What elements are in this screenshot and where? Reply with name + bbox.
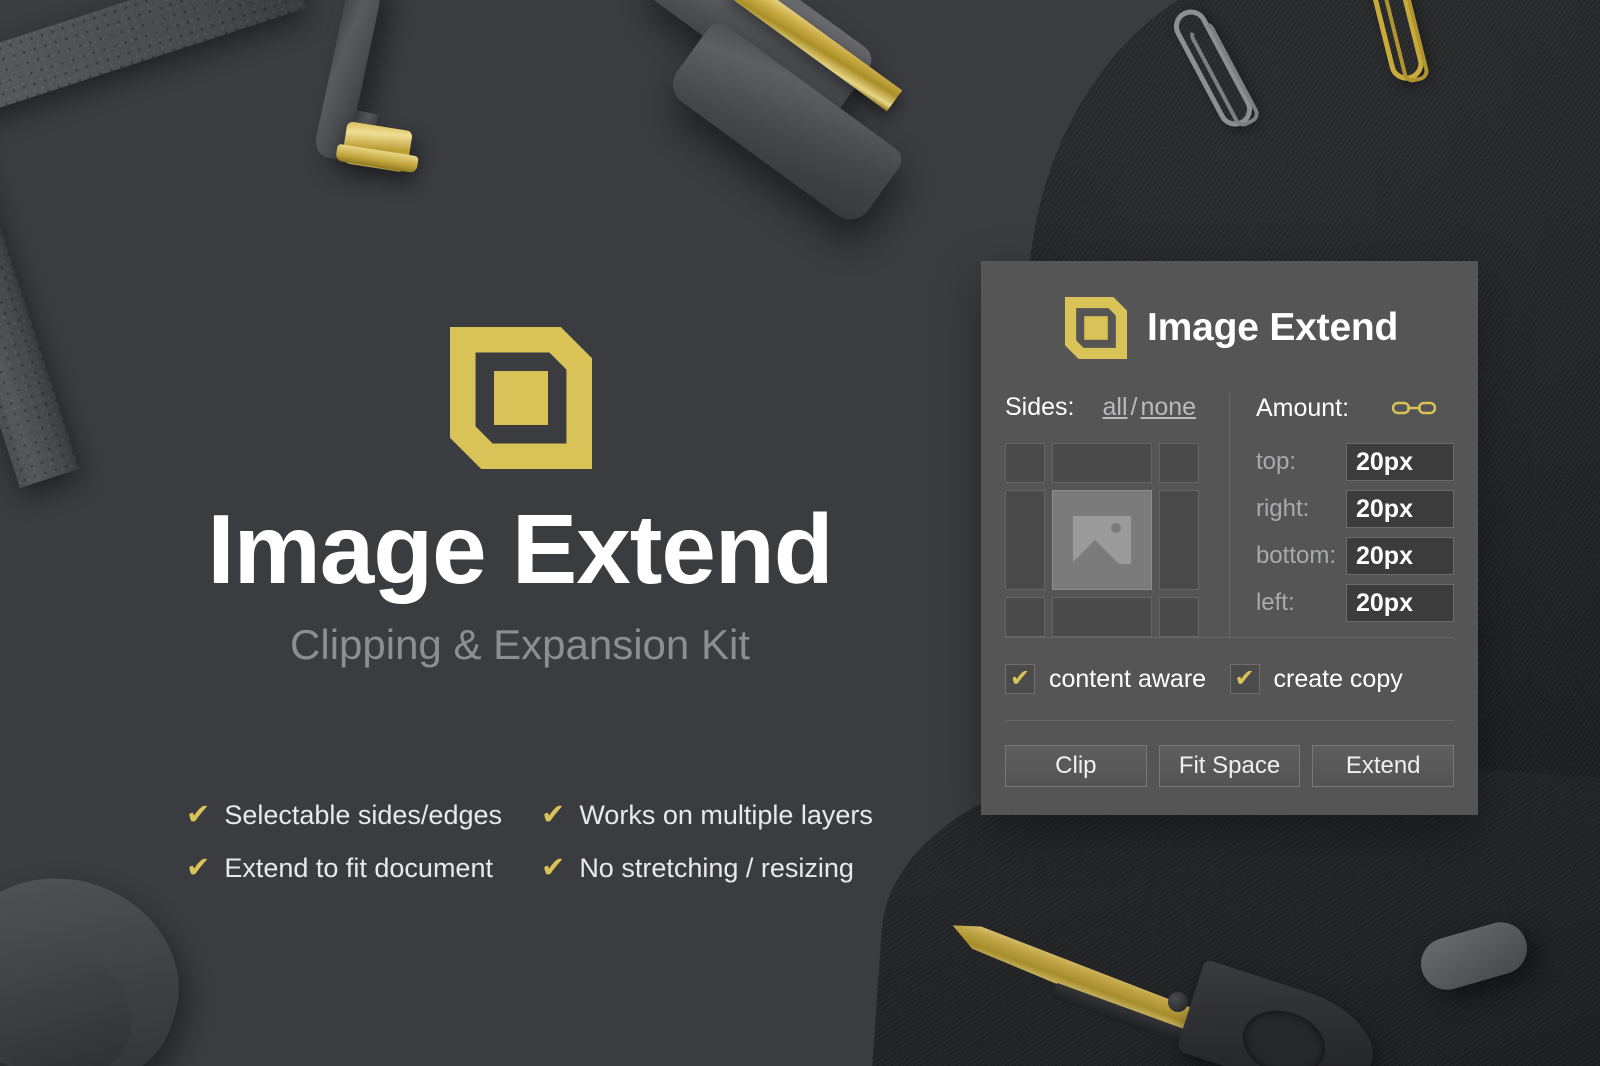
image-extend-logo-icon bbox=[450, 327, 592, 469]
amount-column: Amount: top: right: bbox=[1230, 393, 1454, 637]
amount-label-bottom: bottom: bbox=[1255, 542, 1336, 569]
amount-row-bottom: bottom: bbox=[1256, 537, 1454, 575]
feature-item: ✔ No stretching / resizing bbox=[541, 853, 906, 884]
feature-label: Extend to fit document bbox=[224, 853, 493, 883]
amount-row-right: right: bbox=[1256, 490, 1454, 528]
clip-button[interactable]: Clip bbox=[1005, 745, 1147, 787]
checkbox-label: create copy bbox=[1273, 664, 1403, 693]
sides-label: Sides: bbox=[1005, 393, 1075, 421]
checkbox-create-copy[interactable]: ✔ create copy bbox=[1229, 664, 1455, 694]
amount-input-left[interactable] bbox=[1346, 584, 1454, 622]
side-cell-right[interactable] bbox=[1159, 490, 1199, 590]
page-title: Image Extend bbox=[207, 494, 833, 604]
feature-item: ✔ Works on multiple layers bbox=[541, 800, 906, 831]
amount-input-right[interactable] bbox=[1346, 490, 1454, 528]
side-cell-top-left[interactable] bbox=[1005, 443, 1045, 483]
image-placeholder-icon bbox=[1073, 516, 1131, 564]
sides-links: all / none bbox=[1102, 393, 1196, 422]
amount-label-right: right: bbox=[1255, 495, 1310, 522]
scissors-pivot bbox=[1168, 992, 1188, 1012]
hero-section: Image Extend Clipping & Expansion Kit ✔ … bbox=[0, 0, 960, 1066]
amount-label-left: left: bbox=[1255, 589, 1295, 616]
feature-label: Works on multiple layers bbox=[579, 800, 873, 830]
check-icon: ✔ bbox=[186, 852, 211, 884]
side-cell-bottom-left[interactable] bbox=[1005, 597, 1045, 637]
amount-input-bottom[interactable] bbox=[1346, 537, 1454, 575]
amount-label-top: top: bbox=[1255, 448, 1296, 475]
checkbox-content-aware[interactable]: ✔ content aware bbox=[1005, 664, 1230, 694]
feature-label: No stretching / resizing bbox=[579, 853, 854, 883]
panel-header: Image Extend bbox=[981, 261, 1478, 359]
side-cell-top-right[interactable] bbox=[1159, 443, 1199, 483]
fit-space-button[interactable]: Fit Space bbox=[1158, 745, 1301, 787]
sides-selector-grid bbox=[1005, 443, 1199, 637]
side-cell-bottom-right[interactable] bbox=[1159, 597, 1199, 637]
amount-row-left: left: bbox=[1256, 584, 1454, 622]
feature-list: ✔ Selectable sides/edges ✔ Works on mult… bbox=[186, 800, 906, 884]
options-row: ✔ content aware ✔ create copy bbox=[981, 638, 1478, 694]
feature-item: ✔ Extend to fit document bbox=[186, 853, 541, 884]
amount-row-top: top: bbox=[1256, 443, 1454, 481]
amount-header: Amount: bbox=[1256, 393, 1454, 423]
checkmark-icon: ✔ bbox=[1229, 664, 1260, 694]
sides-column: Sides: all / none bbox=[1005, 393, 1230, 637]
select-all-link[interactable]: all bbox=[1102, 393, 1127, 421]
sides-header: Sides: all / none bbox=[1005, 393, 1211, 423]
amount-label: Amount: bbox=[1255, 393, 1350, 422]
check-icon: ✔ bbox=[541, 799, 566, 831]
side-cell-top[interactable] bbox=[1052, 443, 1152, 483]
action-buttons: Clip Fit Space Extend bbox=[981, 721, 1478, 787]
panel-title: Image Extend bbox=[1147, 306, 1399, 349]
panel-logo-icon bbox=[1065, 297, 1127, 359]
image-extend-panel: Image Extend Sides: all / none Amount: t… bbox=[981, 261, 1478, 815]
extend-button[interactable]: Extend bbox=[1312, 745, 1455, 787]
links-separator: / bbox=[1130, 393, 1138, 421]
page-subtitle: Clipping & Expansion Kit bbox=[290, 621, 750, 668]
amount-input-top[interactable] bbox=[1346, 443, 1454, 481]
panel-body: Sides: all / none Amount: top: 20px righ… bbox=[981, 359, 1478, 637]
checkmark-icon: ✔ bbox=[1005, 664, 1035, 694]
chain-link-icon[interactable] bbox=[1391, 400, 1437, 416]
check-icon: ✔ bbox=[186, 799, 211, 831]
select-none-link[interactable]: none bbox=[1140, 393, 1196, 421]
poster-canvas: Image Extend Clipping & Expansion Kit ✔ … bbox=[0, 0, 1600, 1066]
feature-label: Selectable sides/edges bbox=[224, 800, 502, 830]
feature-item: ✔ Selectable sides/edges bbox=[186, 800, 541, 831]
side-cell-bottom[interactable] bbox=[1052, 597, 1152, 637]
side-cell-left[interactable] bbox=[1005, 490, 1045, 590]
side-cell-center bbox=[1052, 490, 1152, 590]
check-icon: ✔ bbox=[541, 852, 566, 884]
checkbox-label: content aware bbox=[1049, 664, 1207, 693]
